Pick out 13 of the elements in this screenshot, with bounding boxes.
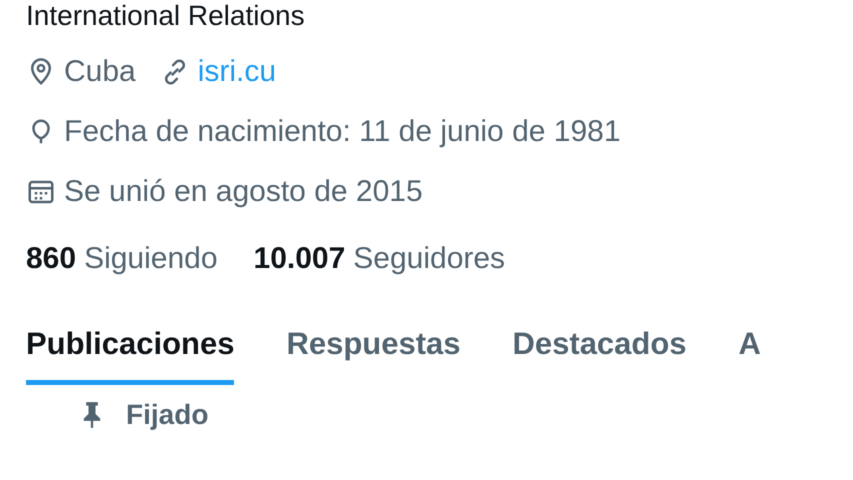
location-text: Cuba	[64, 55, 136, 89]
profile-tab[interactable]: Respuestas	[286, 314, 460, 385]
stat-count[interactable]: 10.007	[254, 242, 346, 276]
stat-label[interactable]: Siguiendo	[84, 242, 218, 276]
bio-text: International Relations	[26, 0, 306, 32]
stat-count[interactable]: 860	[26, 242, 76, 276]
profile-tab[interactable]: Publicaciones	[26, 314, 234, 385]
stat-label[interactable]: Seguidores	[353, 242, 506, 276]
birth-date-text: Fecha de nacimiento: 11 de junio de 1981	[64, 115, 621, 149]
profile-tab[interactable]: Destacados	[512, 314, 687, 385]
join-date-text: Se unió en agosto de 2015	[64, 175, 423, 209]
pinned-label: Fijado	[126, 399, 208, 431]
profile-tab[interactable]: A	[738, 314, 761, 385]
